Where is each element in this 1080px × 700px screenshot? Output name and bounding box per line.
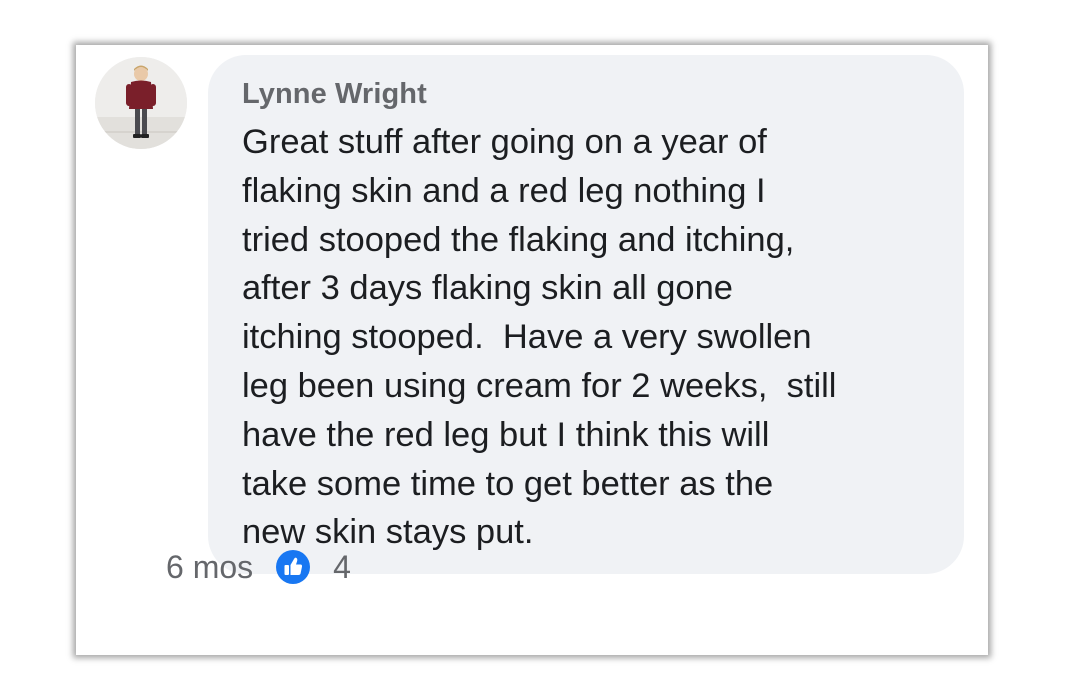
- reaction-count[interactable]: 4: [333, 549, 351, 586]
- avatar[interactable]: [95, 57, 187, 149]
- comment-author[interactable]: Lynne Wright: [242, 78, 427, 111]
- avatar-photo: [95, 57, 187, 149]
- comment-footer: 6 mos 4: [166, 547, 351, 587]
- comment-bubble: Lynne Wright Great stuff after going on …: [208, 55, 964, 574]
- comment-text: Great stuff after going on a year of fla…: [242, 123, 837, 552]
- comment-timestamp[interactable]: 6 mos: [166, 549, 253, 586]
- like-icon[interactable]: [275, 549, 311, 585]
